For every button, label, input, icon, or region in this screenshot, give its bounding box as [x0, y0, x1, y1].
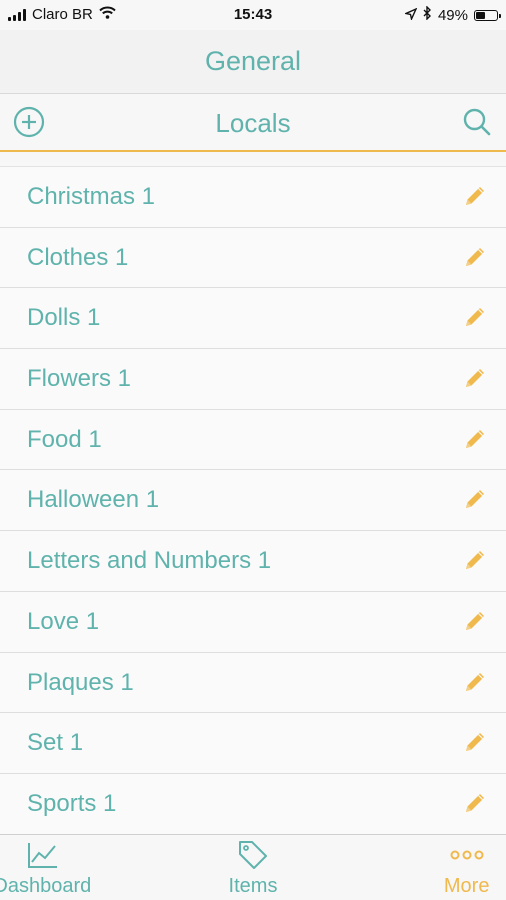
pencil-icon[interactable] — [460, 788, 490, 818]
chart-line-icon — [0, 839, 169, 871]
list-item[interactable]: Food 1 — [0, 409, 506, 471]
status-right: 49% — [403, 5, 501, 24]
list-item[interactable]: Christmas 1 — [0, 167, 506, 228]
list-item-label: Dolls 1 — [27, 304, 101, 332]
pencil-icon[interactable] — [460, 667, 490, 697]
list-item-label: Flowers 1 — [27, 365, 132, 393]
pencil-icon[interactable] — [460, 363, 490, 393]
pencil-icon[interactable] — [460, 302, 490, 332]
screen: Claro BR 15:43 49% General Locals Christ… — [0, 0, 506, 900]
navigation-bar: General — [0, 30, 506, 94]
list-item-label: Love 1 — [27, 607, 100, 635]
pencil-icon[interactable] — [460, 242, 490, 272]
list-item[interactable]: Sports 1 — [0, 773, 506, 835]
tab-items[interactable]: Items — [169, 835, 338, 900]
tag-icon — [169, 839, 338, 871]
list-item[interactable]: Dolls 1 — [0, 288, 506, 350]
more-dots-icon — [427, 839, 506, 871]
list-item-label: Food 1 — [27, 425, 102, 453]
pencil-icon[interactable] — [460, 545, 490, 575]
tab-more-label: More — [443, 875, 490, 897]
pencil-icon[interactable] — [460, 181, 490, 211]
list-item[interactable]: Set 1 — [0, 713, 506, 774]
list-item[interactable]: Love 1 — [0, 591, 506, 653]
list-item-label: Christmas 1 — [27, 183, 156, 210]
search-button[interactable] — [460, 107, 494, 141]
list-item[interactable]: Letters and Numbers 1 — [0, 531, 506, 592]
list-item-label: Set 1 — [27, 729, 84, 757]
page-title: General — [204, 46, 302, 76]
battery-percent: 49% — [437, 6, 468, 24]
pencil-icon[interactable] — [460, 484, 490, 514]
locals-list[interactable]: Christmas 1 Clothes 1 Dolls 1 Flowers 1 Food… — [0, 166, 506, 835]
battery-icon — [474, 9, 501, 21]
tab-dashboard[interactable]: Dashboard — [0, 835, 169, 900]
list-item[interactable]: Halloween 1 — [0, 470, 506, 532]
tab-bar: Dashboard Items More — [0, 834, 506, 900]
list-item[interactable]: Clothes 1 — [0, 227, 506, 289]
pencil-icon[interactable] — [460, 727, 490, 757]
pencil-icon[interactable] — [460, 606, 490, 636]
bluetooth-icon — [423, 5, 432, 24]
list-item-label: Plaques 1 — [27, 668, 134, 696]
section-title: Locals — [215, 108, 291, 138]
list-item-label: Sports 1 — [27, 789, 117, 817]
list-item[interactable]: Flowers 1 — [0, 349, 506, 410]
section-header: Locals — [0, 94, 506, 152]
list-item-label: Halloween 1 — [27, 486, 160, 514]
status-bar: Claro BR 15:43 49% — [0, 0, 506, 30]
search-icon — [462, 107, 492, 142]
tab-more[interactable]: More — [337, 835, 506, 900]
list-item-label: Letters and Numbers 1 — [27, 547, 272, 575]
location-arrow-icon — [403, 7, 418, 24]
pencil-icon[interactable] — [460, 424, 490, 454]
list-item[interactable]: Plaques 1 — [0, 652, 506, 714]
battery-level-fill — [476, 11, 485, 19]
list-item-label: Clothes 1 — [27, 243, 129, 271]
tab-dashboard-label: Dashboard — [0, 875, 92, 897]
tab-items-label: Items — [228, 875, 278, 897]
